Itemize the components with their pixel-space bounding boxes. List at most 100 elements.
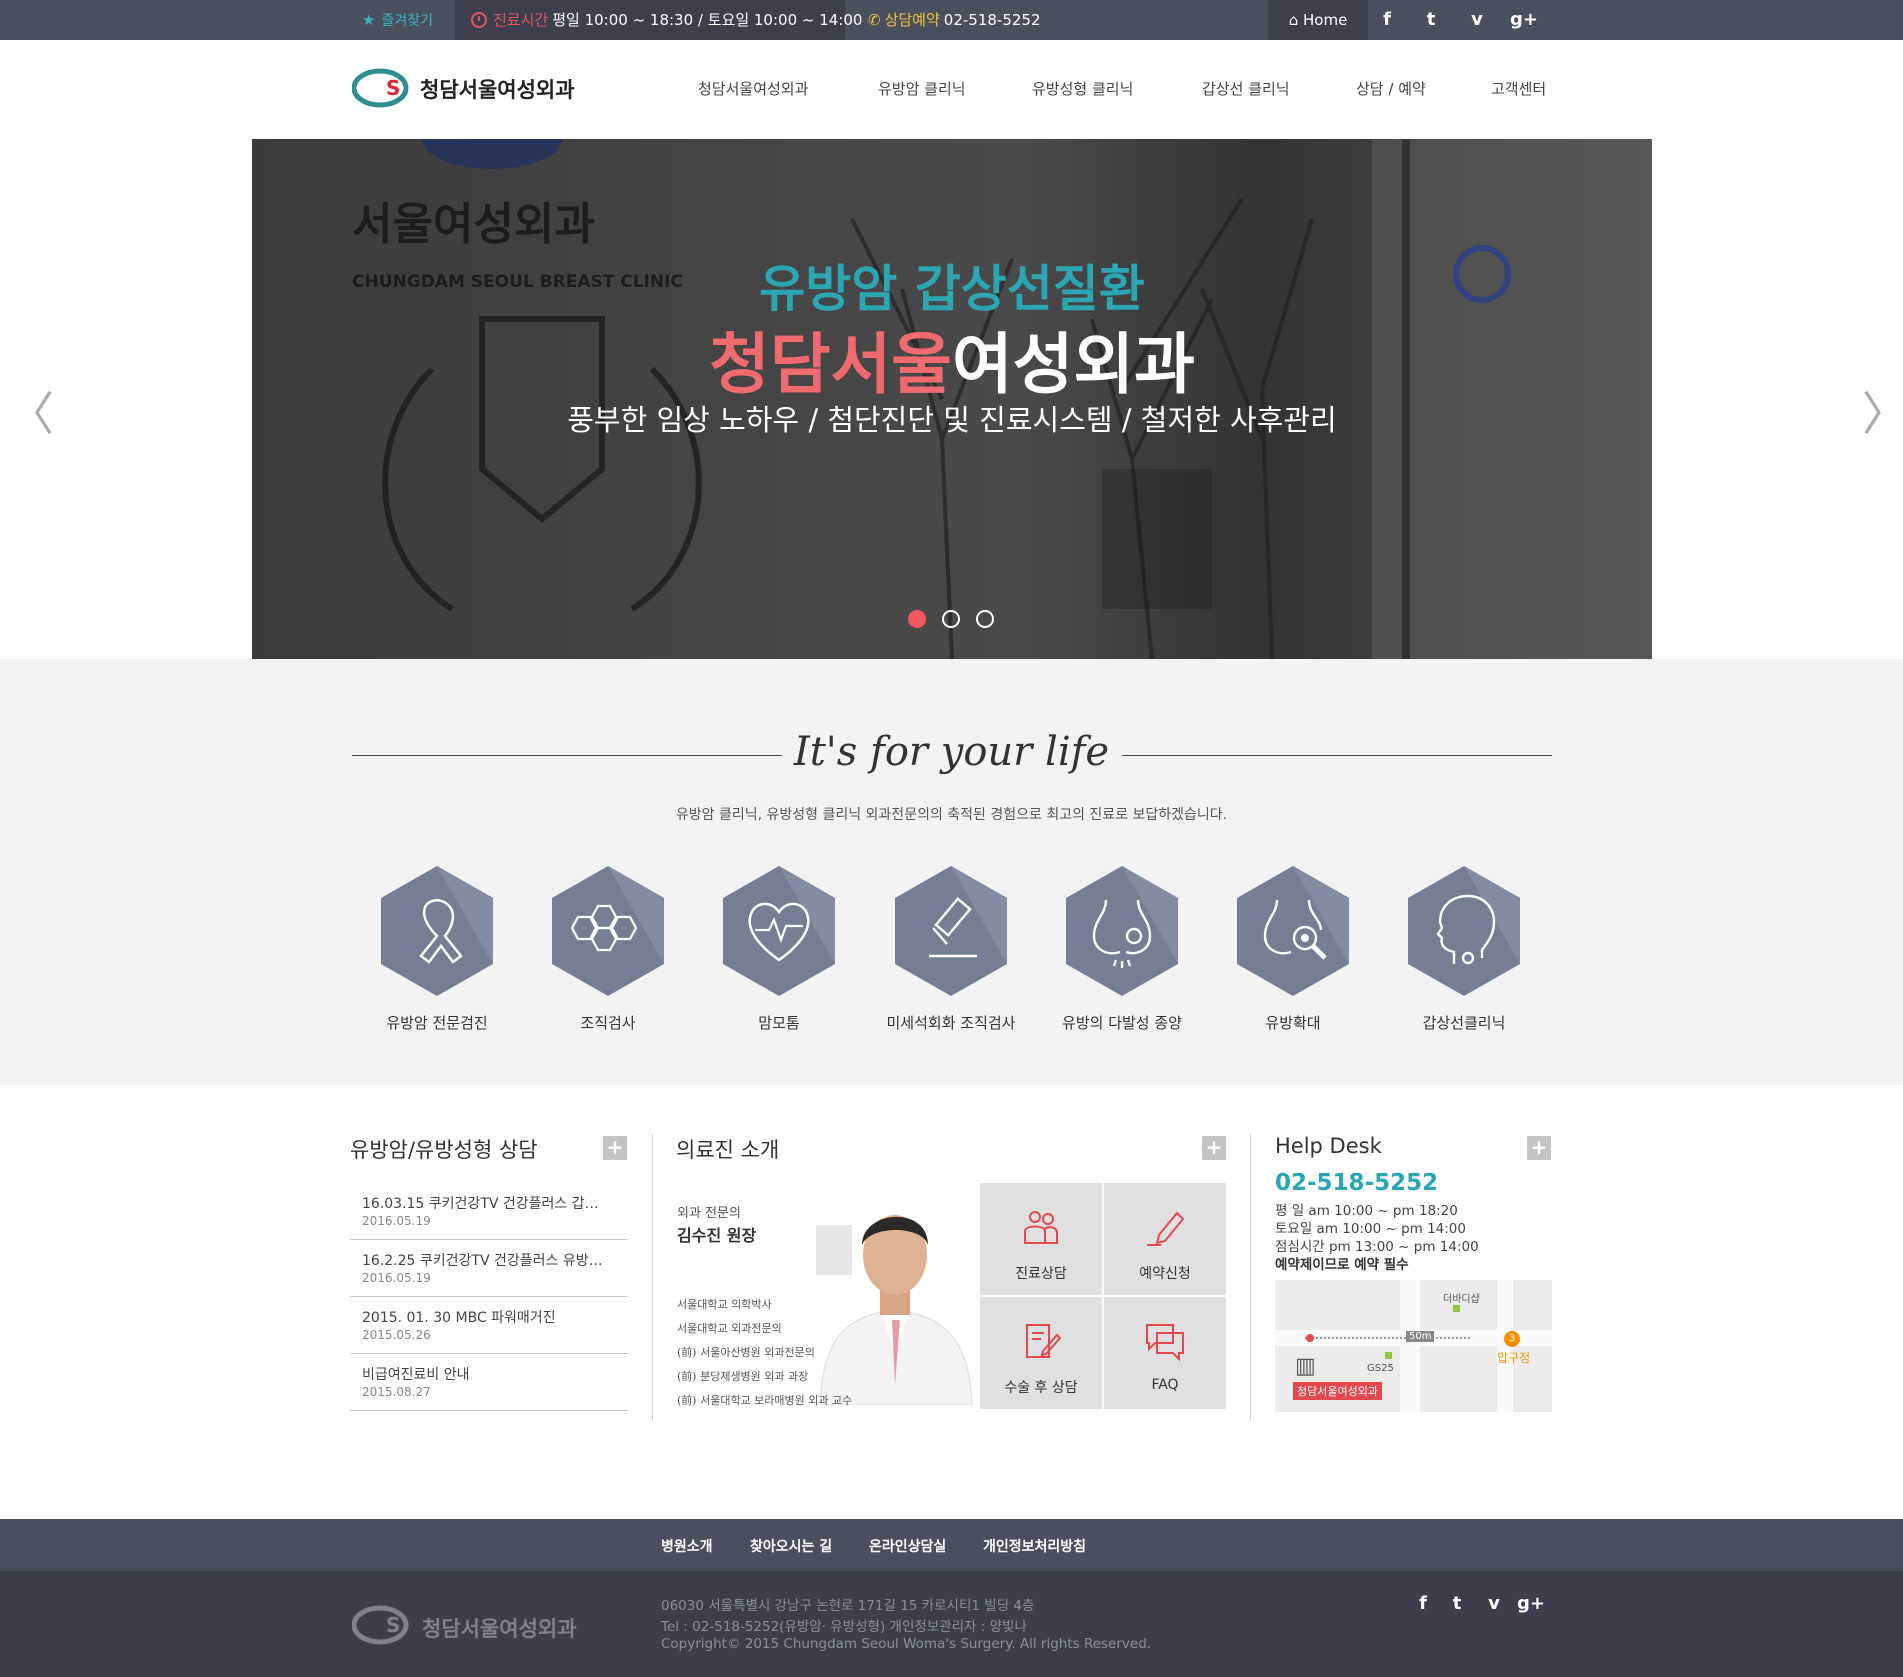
footer-copyright: Copyright© 2015 Chungdam Seoul Woma's Su… <box>661 1636 1152 1652</box>
tile-faq[interactable]: FAQ <box>1104 1297 1226 1409</box>
twitter-icon[interactable]: t <box>1439 1593 1475 1614</box>
location-map[interactable]: 50m 더바디샵 GS25 3 압구정 ▥ 청담서울여성외과 <box>1275 1280 1552 1412</box>
doctor-role: 외과 전문의 <box>677 1206 741 1221</box>
footer-link-directions[interactable]: 찾아오시는 길 <box>750 1536 832 1556</box>
map-route <box>1305 1337 1470 1339</box>
svg-text:서울여성외과: 서울여성외과 <box>352 199 595 250</box>
life-section: It's for your life 유방암 클리닉, 유방성형 클리닉 외과전… <box>0 659 1903 1085</box>
helpdesk-phone: 02-518-5252 <box>1275 1170 1439 1196</box>
cs-logo-icon: S <box>351 1605 409 1645</box>
hours-text: 평일 10:00 ~ 18:30 / 토요일 10:00 ~ 14:00 <box>552 11 863 29</box>
list-item-title[interactable]: 16.03.15 쿠키건강TV 건강플러스 갑… <box>362 1193 622 1213</box>
map-station-number: 3 <box>1504 1331 1520 1347</box>
favorite-label: 즐겨찾기 <box>381 13 433 29</box>
site-footer: 06030 서울특별시 강남구 논현로 171길 15 카로시티1 빌딩 4층 … <box>0 1571 1903 1677</box>
slider-next-arrow[interactable]: 〉 <box>1862 378 1903 444</box>
nav-item-breast-plastic[interactable]: 유방성형 클리닉 <box>1032 78 1133 99</box>
slider-dots <box>908 610 1008 630</box>
helpdesk-hours-saturday: 토요일 am 10:00 ~ pm 14:00 <box>1275 1221 1466 1237</box>
clinic-label: 맘모톰 <box>758 1014 800 1032</box>
home-label: Home <box>1303 11 1348 29</box>
slider-dot-2[interactable] <box>942 610 960 628</box>
tile-label: 예약신청 <box>1139 1266 1191 1282</box>
footer-link-privacy[interactable]: 개인정보처리방침 <box>983 1536 1086 1556</box>
favorite-link[interactable]: ★ 즐겨찾기 <box>350 0 455 40</box>
home-button[interactable]: ⌂ Home <box>1268 0 1368 40</box>
panel-divider <box>652 1134 653 1420</box>
clinic-breast-cancer-checkup[interactable]: 유방암 전문검진 <box>362 864 512 1033</box>
footer-nav: 병원소개 찾아오시는 길 온라인상담실 개인정보처리방침 <box>0 1519 1903 1571</box>
list-item-title[interactable]: 2015. 01. 30 MBC 파워매거진 <box>362 1307 622 1327</box>
clinic-augmentation[interactable]: 유방확대 <box>1218 864 1368 1033</box>
clinic-biopsy[interactable]: 조직검사 <box>533 864 683 1033</box>
footer-link-online-consult[interactable]: 온라인상담실 <box>869 1536 946 1556</box>
facebook-icon[interactable]: f <box>1370 0 1404 40</box>
twitter-icon[interactable]: t <box>1414 0 1448 40</box>
list-item[interactable]: 16.2.25 쿠키건강TV 건강플러스 유방…2016.05.19 <box>350 1240 628 1297</box>
clinic-thyroid[interactable]: 갑상선클리닉 <box>1389 864 1539 1033</box>
footer-link-about[interactable]: 병원소개 <box>661 1536 713 1556</box>
ribbon-icon <box>381 866 493 996</box>
slider-prev-arrow[interactable]: 〈 <box>8 378 54 444</box>
helpdesk-hours-lunch: 점심시간 pm 13:00 ~ pm 14:00 <box>1275 1239 1479 1255</box>
slider-dot-1[interactable] <box>908 610 926 628</box>
map-station-label: 압구정 <box>1497 1351 1531 1365</box>
nav-item-clinic[interactable]: 청담서울여성외과 <box>698 78 808 99</box>
logo-text: 청담서울여성외과 <box>420 78 575 102</box>
google-plus-icon[interactable]: g+ <box>1513 1593 1549 1614</box>
list-item-date: 2016.05.19 <box>362 1271 431 1285</box>
tile-label: FAQ <box>1151 1377 1179 1393</box>
clinic-label: 미세석회화 조직검사 <box>886 1014 1016 1032</box>
list-item[interactable]: 2015. 01. 30 MBC 파워매거진2015.05.26 <box>350 1297 628 1354</box>
phone-number: 02-518-5252 <box>943 11 1041 29</box>
chat-bubbles-icon <box>1146 1324 1184 1361</box>
star-icon: ★ <box>362 11 376 29</box>
list-item-title[interactable]: 16.2.25 쿠키건강TV 건강플러스 유방… <box>362 1250 622 1270</box>
nav-item-consult[interactable]: 상담 / 예약 <box>1356 78 1426 99</box>
list-item-date: 2015.08.27 <box>362 1385 431 1399</box>
tile-consultation[interactable]: 진료상담 <box>980 1183 1102 1295</box>
document-edit-icon <box>1026 1324 1061 1358</box>
nav-item-customer[interactable]: 고객센터 <box>1491 78 1546 99</box>
svg-text:S: S <box>386 76 400 100</box>
footer-address: 06030 서울특별시 강남구 논현로 171길 15 카로시티1 빌딩 4층 <box>661 1598 1035 1614</box>
tile-label: 진료상담 <box>1015 1266 1067 1282</box>
list-item-title[interactable]: 비급여진료비 안내 <box>362 1364 622 1384</box>
map-marker <box>1385 1352 1392 1359</box>
phone-info: ✆ 상담예약 02-518-5252 <box>868 0 1041 40</box>
doctors-more-button[interactable]: + <box>1202 1136 1226 1160</box>
map-road <box>1400 1280 1420 1412</box>
helpdesk-hours-weekday: 평 일 am 10:00 ~ pm 18:20 <box>1275 1203 1458 1219</box>
tile-postop[interactable]: 수술 후 상담 <box>980 1297 1102 1409</box>
list-item[interactable]: 16.03.15 쿠키건강TV 건강플러스 갑…2016.05.19 <box>350 1183 628 1240</box>
doctor-credential: 서울대학교 의학박사 <box>677 1298 772 1311</box>
map-label-bodyshop: 더바디샵 <box>1443 1294 1480 1305</box>
list-item[interactable]: 비급여진료비 안내2015.08.27 <box>350 1354 628 1411</box>
facebook-icon[interactable]: f <box>1405 1593 1441 1614</box>
site-header: S 청담서울여성외과 청담서울여성외과 유방암 클리닉 유방성형 클리닉 갑상선… <box>0 40 1903 139</box>
doctor-credential: (前) 분당제생병원 외과 과장 <box>677 1370 809 1383</box>
clinic-multiple-tumors[interactable]: 유방의 다발성 종양 <box>1047 864 1197 1033</box>
cs-logo-icon: S <box>352 68 409 108</box>
clinic-microcalcification[interactable]: 미세석회화 조직검사 <box>876 864 1026 1033</box>
doctor-photo <box>816 1215 973 1405</box>
phone-label: 상담예약 <box>884 11 940 29</box>
tile-label: 수술 후 상담 <box>1004 1380 1078 1396</box>
map-label-gs25: GS25 <box>1367 1363 1394 1374</box>
clinic-mammotome[interactable]: 맘모톰 <box>704 864 854 1033</box>
hero-title: 청담서울여성외과 <box>252 311 1652 407</box>
section-subtitle: 유방암 클리닉, 유방성형 클리닉 외과전문의의 축적된 경험으로 최고의 진료… <box>675 807 1228 823</box>
tile-reservation[interactable]: 예약신청 <box>1104 1183 1226 1295</box>
google-plus-icon[interactable]: g+ <box>1507 0 1541 40</box>
helpdesk-title: Help Desk <box>1275 1134 1382 1158</box>
vimeo-icon[interactable]: v <box>1460 0 1494 40</box>
clinic-label: 유방의 다발성 종양 <box>1062 1014 1182 1032</box>
helpdesk-more-button[interactable]: + <box>1527 1136 1551 1160</box>
vimeo-icon[interactable]: v <box>1476 1593 1512 1614</box>
consult-more-button[interactable]: + <box>603 1136 627 1160</box>
breast-icon <box>1066 866 1178 996</box>
map-distance-label: 50m <box>1406 1331 1435 1342</box>
slider-dot-3[interactable] <box>976 610 994 628</box>
nav-item-thyroid[interactable]: 갑상선 클리닉 <box>1202 78 1290 99</box>
nav-item-breast-cancer[interactable]: 유방암 클리닉 <box>878 78 966 99</box>
